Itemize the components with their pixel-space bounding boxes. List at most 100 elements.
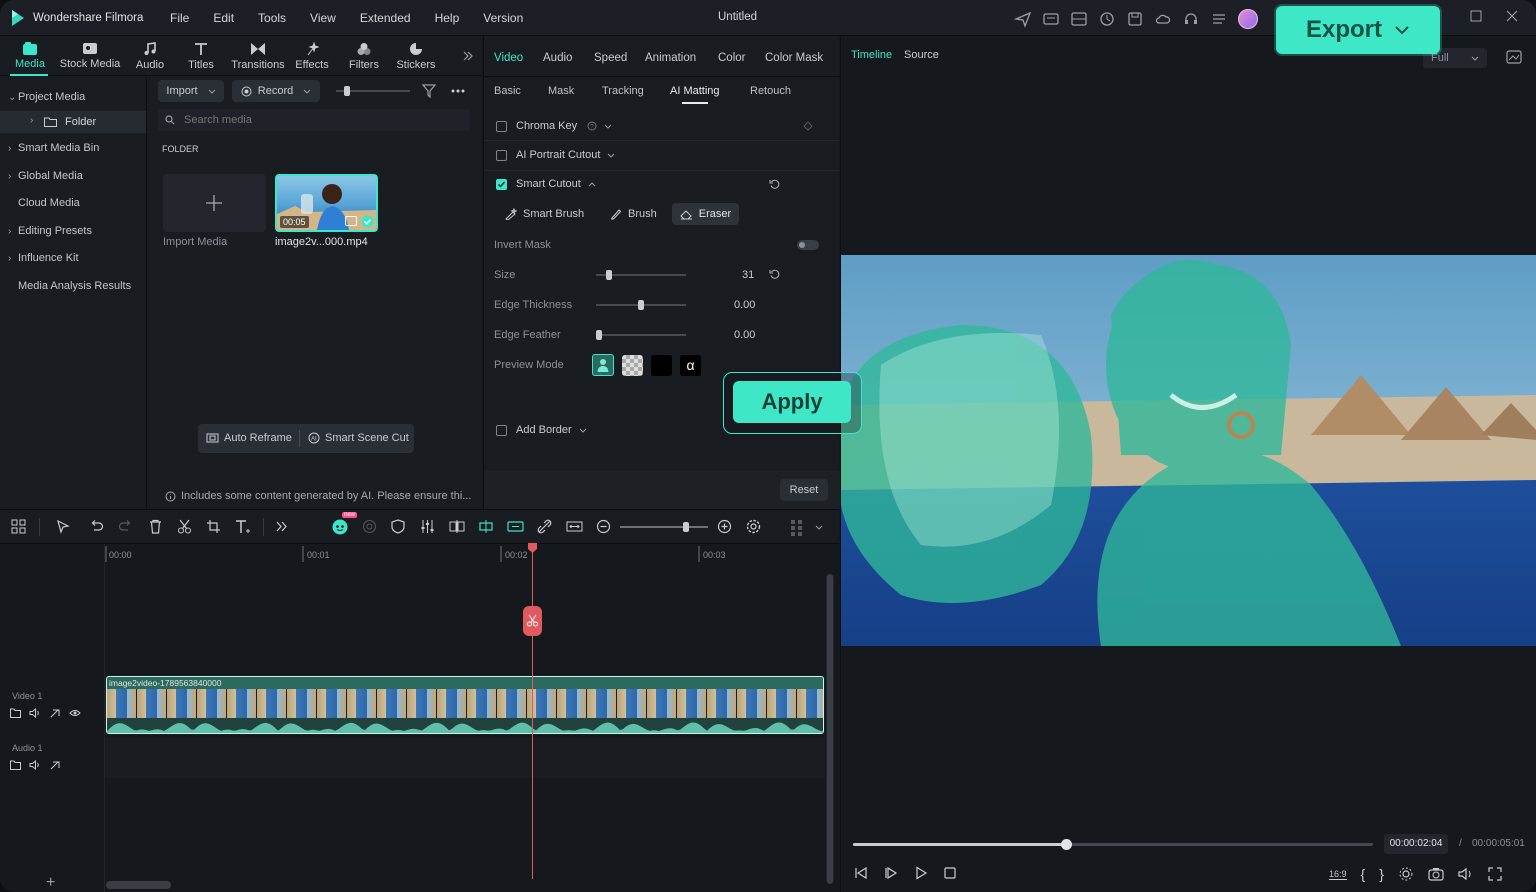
stop-icon[interactable] — [943, 866, 957, 880]
delete-icon[interactable] — [148, 519, 163, 534]
sidebar-item-global-media[interactable]: › Global Media — [8, 170, 83, 182]
auto-reframe-button[interactable]: Auto Reframe — [206, 432, 292, 444]
zoom-in-icon[interactable] — [717, 519, 732, 534]
scrollbar-thumb[interactable] — [827, 574, 833, 884]
camera-icon[interactable] — [1428, 867, 1444, 881]
next-frame-icon[interactable] — [883, 866, 899, 880]
play-icon[interactable] — [913, 866, 929, 880]
edge-thickness-slider-thumb[interactable] — [638, 300, 644, 310]
preview-mode-alpha-icon[interactable]: α — [680, 355, 701, 376]
reset-button[interactable]: Reset — [780, 479, 828, 501]
edge-thickness-slider[interactable] — [596, 300, 686, 310]
subtab-basic[interactable]: Basic — [494, 85, 521, 97]
subtab-retouch[interactable]: Retouch — [750, 85, 791, 97]
chevron-down-icon[interactable] — [815, 525, 823, 530]
folder-icon[interactable] — [10, 708, 21, 718]
eraser-button[interactable]: Eraser — [672, 203, 739, 225]
vertical-scrollbar[interactable] — [826, 574, 834, 884]
preview-mode-transparent[interactable] — [622, 355, 643, 376]
search-input[interactable] — [184, 112, 454, 128]
import-dropdown[interactable]: Import — [158, 80, 224, 102]
apply-button[interactable]: Apply — [733, 381, 851, 423]
subtab-mask[interactable]: Mask — [548, 85, 574, 97]
size-value[interactable]: 31 — [742, 269, 754, 281]
mark-out-icon[interactable]: } — [1379, 866, 1384, 882]
size-slider[interactable] — [596, 270, 686, 280]
playback-progress[interactable] — [853, 839, 1373, 850]
edge-feather-slider-thumb[interactable] — [596, 330, 602, 340]
menu-version[interactable]: Version — [483, 11, 523, 25]
edge-thickness-value[interactable]: 0.00 — [734, 299, 755, 311]
lock-off-icon[interactable] — [49, 708, 61, 718]
zoom-out-icon[interactable] — [596, 519, 611, 534]
text-tool-icon[interactable] — [235, 519, 252, 534]
hamburger-menu-icon[interactable] — [1210, 10, 1228, 28]
thumbnail-size-slider[interactable] — [336, 86, 410, 96]
reset-icon[interactable] — [769, 179, 780, 190]
tab-titles[interactable]: Titles — [175, 36, 227, 76]
save-icon[interactable] — [1126, 10, 1144, 28]
chevron-down-icon[interactable] — [579, 428, 587, 433]
undo-icon[interactable] — [89, 519, 104, 534]
menu-view[interactable]: View — [310, 11, 336, 25]
crop-icon[interactable] — [206, 519, 221, 534]
redo-icon[interactable] — [118, 519, 133, 534]
help-icon[interactable]: ? — [587, 121, 597, 131]
sidebar-item-smart-media-bin[interactable]: › Smart Media Bin — [8, 142, 99, 154]
tab-transitions[interactable]: Transitions — [228, 36, 288, 76]
invert-mask-toggle[interactable] — [797, 240, 819, 250]
search-box[interactable] — [158, 109, 470, 131]
send-icon[interactable] — [1014, 10, 1032, 28]
reset-icon[interactable] — [769, 269, 780, 280]
tab-media[interactable]: Media — [4, 36, 56, 76]
settings-gear-icon[interactable] — [746, 519, 761, 534]
size-slider-thumb[interactable] — [606, 270, 613, 280]
brush-button[interactable]: Brush — [610, 208, 657, 220]
menu-tools[interactable]: Tools — [258, 11, 286, 25]
add-track-icon[interactable]: + — [46, 874, 55, 892]
menu-file[interactable]: File — [170, 11, 189, 25]
speaker-icon[interactable] — [29, 760, 41, 770]
tab-timeline-preview[interactable]: Timeline — [851, 49, 892, 61]
export-button[interactable]: Export — [1276, 6, 1440, 54]
sidebar-item-folder[interactable]: › Folder — [0, 111, 146, 133]
lock-off-icon[interactable] — [49, 760, 61, 770]
ai-copilot-button[interactable]: new — [331, 512, 358, 535]
more-tools-icon[interactable] — [275, 519, 289, 534]
tab-speed[interactable]: Speed — [594, 52, 627, 64]
volume-icon[interactable] — [1458, 867, 1474, 881]
scissors-icon[interactable] — [177, 519, 192, 534]
zoom-slider-thumb[interactable] — [683, 522, 689, 532]
keyframe-icon[interactable] — [803, 121, 813, 131]
split-marker[interactable] — [523, 606, 542, 636]
playhead[interactable] — [532, 544, 533, 879]
smart-cutout-checkbox[interactable] — [496, 178, 507, 190]
sidebar-item-media-analysis[interactable]: Media Analysis Results — [8, 280, 131, 292]
tab-filters[interactable]: Filters — [338, 36, 390, 76]
tab-video[interactable]: Video — [494, 52, 523, 64]
split-screen-icon[interactable] — [449, 519, 465, 534]
more-options-icon[interactable] — [451, 89, 465, 93]
edge-feather-slider[interactable] — [596, 330, 686, 340]
fit-timeline-icon[interactable] — [566, 519, 583, 534]
chroma-key-checkbox[interactable] — [496, 120, 507, 132]
progress-thumb[interactable] — [1061, 839, 1073, 850]
subtab-ai-matting[interactable]: AI Matting — [670, 85, 720, 97]
chevron-down-icon[interactable] — [607, 153, 615, 158]
mark-in-icon[interactable]: { — [1361, 866, 1366, 882]
portrait-cutout-checkbox[interactable] — [496, 149, 507, 161]
preview-mode-black[interactable] — [651, 355, 672, 376]
tab-effects[interactable]: Effects — [286, 36, 338, 76]
video-clip[interactable]: image2video-1789563840000 — [106, 676, 824, 734]
tab-color-mask[interactable]: Color Mask — [765, 52, 823, 64]
aspect-ratio-icon[interactable]: 16:9 — [1329, 869, 1347, 880]
sidebar-item-editing-presets[interactable]: › Editing Presets — [8, 225, 92, 237]
subtab-tracking[interactable]: Tracking — [602, 85, 644, 97]
preview-mode-overlay[interactable] — [592, 354, 614, 376]
snapshot-settings-icon[interactable] — [1506, 49, 1522, 65]
cloud-upload-icon[interactable] — [1154, 10, 1172, 28]
select-tool-icon[interactable] — [56, 519, 71, 534]
eye-icon[interactable] — [69, 708, 81, 718]
preview-canvas[interactable] — [841, 255, 1536, 646]
maximize-icon[interactable] — [1470, 10, 1482, 22]
